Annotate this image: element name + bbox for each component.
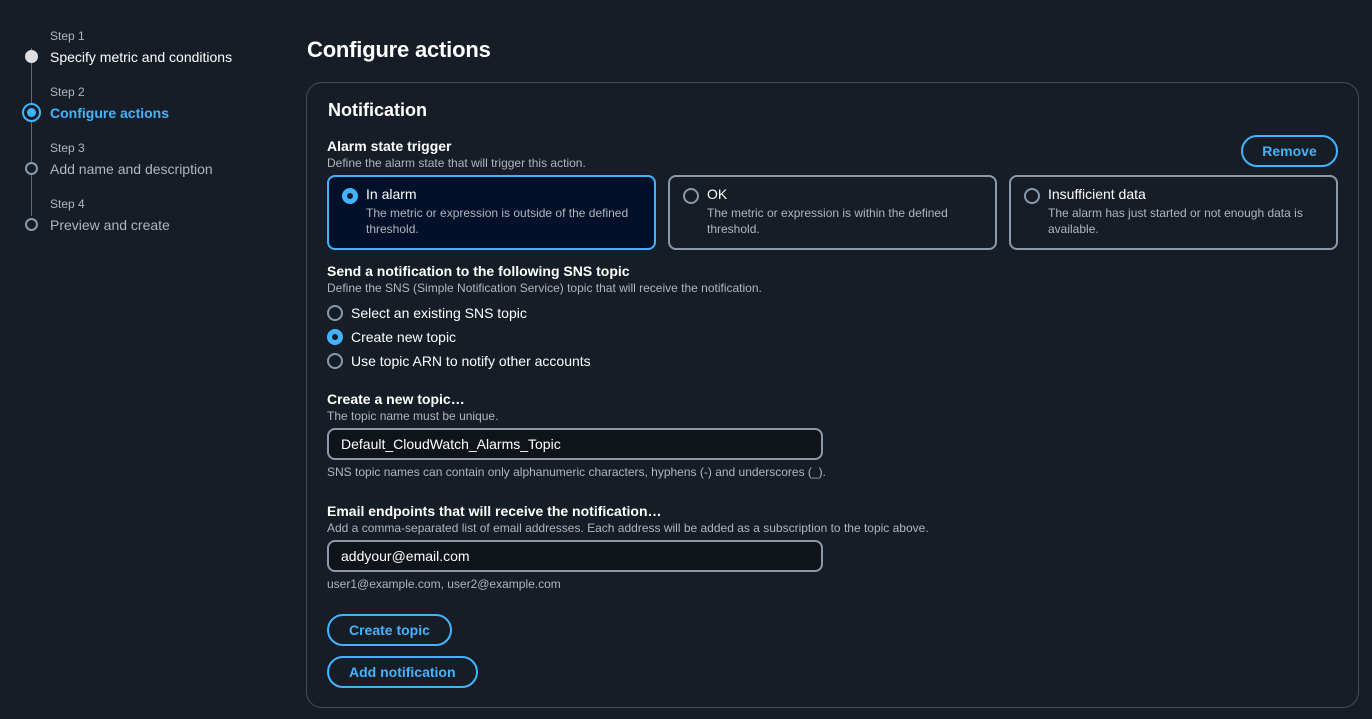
topic-name-hint: SNS topic names can contain only alphanu… [327,465,826,479]
step-title: Specify metric and conditions [50,49,233,65]
sns-topic-group: Send a notification to the following SNS… [327,263,762,373]
radio-unselected-icon [327,353,343,369]
radio-existing-topic[interactable]: Select an existing SNS topic [327,301,762,325]
app-root: Step 1 Specify metric and conditions Ste… [0,0,1372,719]
step-3: Step 3 Add name and description [22,140,282,216]
email-endpoints-group: Email endpoints that will receive the no… [327,503,929,591]
sns-label: Send a notification to the following SNS… [327,263,630,279]
step-title: Add name and description [50,161,213,177]
step-1[interactable]: Step 1 Specify metric and conditions [22,28,282,104]
tile-ok[interactable]: OK The metric or expression is within th… [668,175,997,250]
radio-selected-icon [327,329,343,345]
notification-panel: Notification Remove Alarm state trigger … [306,82,1359,708]
step-number: Step 2 [50,85,85,99]
tile-title: OK [707,186,728,202]
tile-description: The metric or expression is outside of t… [366,206,629,236]
sns-radio-group: Select an existing SNS topic Create new … [327,301,762,373]
radio-selected-icon [342,188,358,204]
email-input[interactable] [327,540,823,572]
step-title: Configure actions [50,105,170,121]
step-pending-icon [25,218,38,231]
step-number: Step 3 [50,141,85,155]
email-hint: user1@example.com, user2@example.com [327,577,561,591]
tile-title: Insufficient data [1048,186,1146,202]
tile-description: The alarm has just started or not enough… [1048,206,1303,236]
new-topic-label: Create a new topic… [327,391,465,407]
step-4: Step 4 Preview and create [22,196,282,252]
radio-label: Select an existing SNS topic [351,305,527,321]
step-title: Preview and create [50,217,170,233]
step-2: Step 2 Configure actions [22,84,282,160]
alarm-state-tiles: In alarm The metric or expression is out… [327,175,1338,250]
step-complete-icon [25,50,38,63]
step-current-icon [22,103,41,122]
add-notification-button[interactable]: Add notification [327,656,478,688]
page-title: Configure actions [307,37,491,62]
panel-title: Notification [328,100,427,120]
email-label: Email endpoints that will receive the no… [327,503,662,519]
tile-title: In alarm [366,186,417,202]
topic-name-input[interactable] [327,428,823,460]
radio-label: Create new topic [351,329,457,345]
email-description: Add a comma-separated list of email addr… [327,521,929,535]
remove-button[interactable]: Remove [1241,135,1338,167]
new-topic-group: Create a new topic… The topic name must … [327,391,826,479]
radio-unselected-icon [683,188,699,204]
sns-description: Define the SNS (Simple Notification Serv… [327,281,762,295]
wizard-stepper: Step 1 Specify metric and conditions Ste… [22,28,282,252]
create-topic-button[interactable]: Create topic [327,614,452,646]
new-topic-description: The topic name must be unique. [327,409,499,423]
tile-insufficient-data[interactable]: Insufficient data The alarm has just sta… [1009,175,1338,250]
radio-create-new-topic[interactable]: Create new topic [327,325,762,349]
radio-topic-arn[interactable]: Use topic ARN to notify other accounts [327,349,762,373]
step-number: Step 4 [50,197,85,211]
radio-label: Use topic ARN to notify other accounts [351,353,591,369]
step-number: Step 1 [50,29,85,43]
alarm-trigger-header: Alarm state trigger Define the alarm sta… [327,138,586,170]
alarm-trigger-label: Alarm state trigger [327,138,452,154]
radio-unselected-icon [1024,188,1040,204]
step-pending-icon [25,162,38,175]
tile-in-alarm[interactable]: In alarm The metric or expression is out… [327,175,656,250]
tile-description: The metric or expression is within the d… [707,206,948,236]
alarm-trigger-description: Define the alarm state that will trigger… [327,156,586,170]
radio-unselected-icon [327,305,343,321]
